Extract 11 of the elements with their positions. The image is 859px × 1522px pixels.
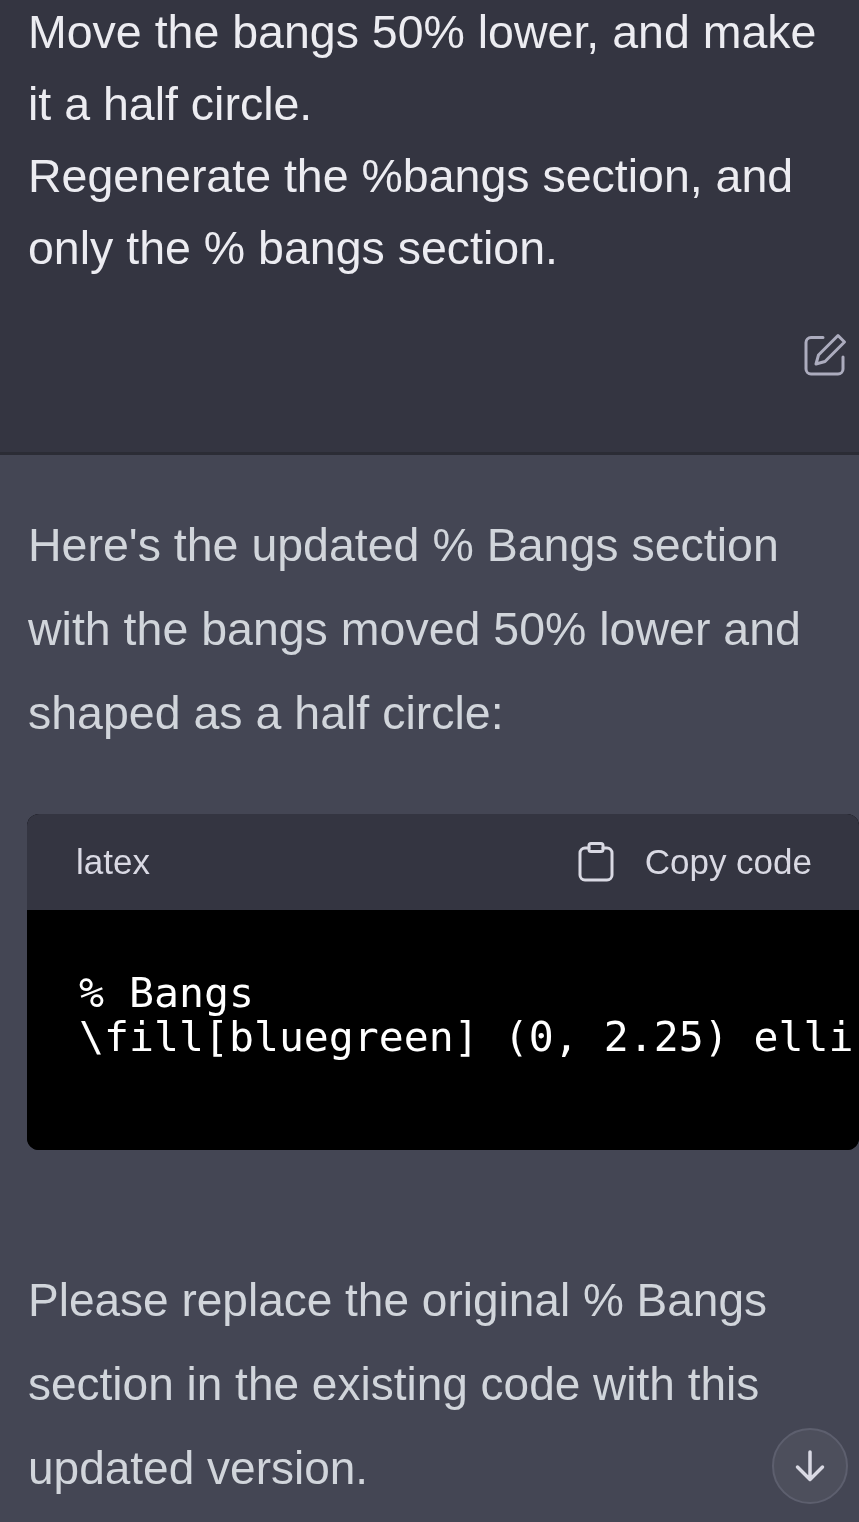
code-line: \fill[bluegreen] (0, 2.25) elli <box>79 1015 855 1059</box>
code-line: % Bangs <box>79 971 255 1015</box>
copy-code-button[interactable]: Copy code <box>577 842 812 882</box>
user-message-text: Move the bangs 50% lower, and make it a half circle. <box>28 5 818 132</box>
clipboard-icon <box>577 842 614 882</box>
code-language-label: latex <box>76 842 150 882</box>
assistant-message-text: Please replace the original % Bangs section in the existing code with this updated version. <box>28 1273 768 1496</box>
arrow-down-icon <box>794 1450 826 1482</box>
edit-icon[interactable] <box>803 333 847 377</box>
user-message-text: Regenerate the %bangs section, and only the % bangs section. <box>28 149 795 276</box>
assistant-message-text: Here's the updated % Bangs section with the bangs moved 50% lower and shaped as a half circle: <box>28 518 802 741</box>
